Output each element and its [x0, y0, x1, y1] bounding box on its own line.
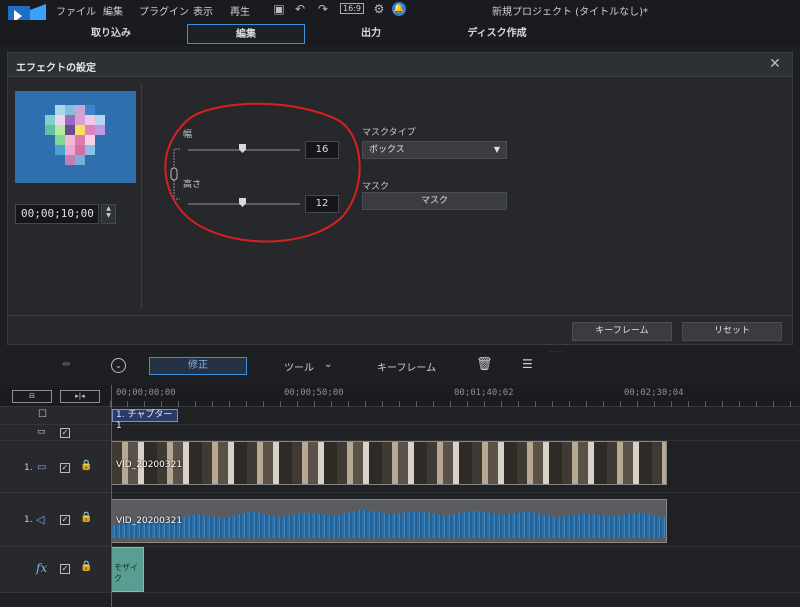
speaker-icon: ◁ [36, 513, 45, 526]
track-enable-checkbox[interactable]: ✓ [60, 428, 70, 438]
ruler-label: 00;01;40;02 [454, 388, 514, 398]
notification-bell-icon[interactable]: 🔔 [392, 2, 406, 16]
timecode-stepper[interactable]: ▲ ▼ [101, 204, 116, 224]
track-enable-checkbox[interactable]: ✓ [60, 463, 70, 473]
panel-footer-divider [8, 315, 792, 316]
time-ruler[interactable]: 00;00;00;00 00;00;50;00 00;01;40;02 00;0… [110, 385, 800, 407]
tab-edit[interactable]: 編集 [187, 24, 305, 44]
keyframe-tool-button[interactable]: キーフレーム [377, 359, 436, 374]
undo-icon[interactable]: ↶ [293, 2, 307, 16]
timeline-head-tools: ⊟ ▸|◂ [0, 385, 110, 407]
window-title: 新規プロジェクト (タイトルなし)* [492, 7, 648, 18]
fix-enhance-button[interactable]: 修正 [149, 357, 247, 375]
video-track-number: 1. [24, 463, 33, 473]
tab-produce[interactable]: 出力 [322, 24, 420, 44]
mask-label: マスク [362, 182, 390, 192]
lock-icon[interactable]: 🔒 [80, 561, 92, 572]
fx-track [110, 547, 800, 593]
track-manager-icon[interactable]: ⊟ [12, 390, 52, 403]
close-icon[interactable]: ✕ [765, 54, 785, 74]
mask-type-dropdown[interactable]: ボックス ▼ [362, 141, 507, 159]
timecode-field[interactable]: 00;00;10;00 [15, 204, 99, 224]
menu-play[interactable]: 再生 [230, 3, 250, 18]
ruler-label: 00;00;00;00 [116, 388, 176, 398]
main-tabs: 取り込み 編集 出力 ディスク作成 [0, 20, 800, 46]
tab-capture[interactable]: 取り込み [62, 24, 160, 44]
redo-icon[interactable]: ↷ [316, 2, 330, 16]
reset-button[interactable]: リセット [682, 322, 782, 341]
panel-header: エフェクトの設定 ✕ [8, 53, 792, 77]
audio-waveform [112, 509, 666, 538]
ruler-label: 00;00;50;00 [284, 388, 344, 398]
tools-menu[interactable]: ツール [284, 359, 314, 374]
mask-type-value: ボックス [369, 145, 405, 155]
lock-icon[interactable]: 🔒 [80, 512, 92, 523]
menu-bar: ファイル 編集 プラグイン 表示 再生 ▣ ↶ ↷ 16:9 ⚙ 🔔 新規プロジ… [0, 0, 800, 30]
chapter-track-header: ☐ [0, 407, 110, 425]
timeline: ⊟ ▸|◂ 00;00;00;00 00;00;50;00 00;01;40;0… [0, 385, 800, 607]
effect-settings-panel: エフェクトの設定 ✕ 00;00;10;00 ▲ ▼ 幅 16 高さ 12 マス… [7, 52, 793, 345]
track-enable-checkbox[interactable]: ✓ [60, 564, 70, 574]
menu-view[interactable]: 表示 [193, 3, 213, 18]
playhead[interactable] [111, 385, 112, 607]
fx-track-header: fx ✓ 🔒 [0, 547, 110, 593]
subtitle-track [110, 425, 800, 441]
fit-timeline-icon[interactable]: ▸|◂ [60, 390, 100, 403]
chapter-icon: ☐ [38, 409, 47, 420]
ruler-label: 00;02;30;04 [624, 388, 684, 398]
audio-clip[interactable]: VID_20200321 [111, 499, 667, 543]
menu-edit[interactable]: 編集 [103, 3, 123, 18]
timeline-toolbar: ⇹ ⌄ 修正 ツール ⌄ キーフレーム 🗑 ☰ [0, 352, 800, 382]
video-clip-name: VID_20200321 [116, 460, 183, 470]
video-track-icon: ▭ [37, 462, 47, 473]
video-track-header: 1. ▭ ✓ 🔒 [0, 441, 110, 493]
chevron-down-icon[interactable]: ⌄ [324, 359, 332, 370]
audio-clip-name: VID_20200321 [116, 516, 183, 526]
list-edit-icon[interactable]: ☰ [522, 357, 533, 371]
divider [141, 83, 142, 309]
effect-preview-thumbnail [15, 91, 136, 183]
audio-track-header: 1. ◁ ✓ 🔒 [0, 493, 110, 547]
chapter-track [110, 407, 800, 425]
video-clip[interactable]: VID_20200321 [111, 441, 667, 485]
subtitle-track-header: ▭ ✓ [0, 425, 110, 441]
chevron-down-circle-icon[interactable]: ⌄ [111, 358, 126, 373]
mask-type-label: マスクタイプ [362, 128, 416, 138]
chapter-marker[interactable]: 1. チャプター 1 [112, 409, 178, 431]
track-enable-checkbox[interactable]: ✓ [60, 515, 70, 525]
mosaic-effect-clip[interactable]: モザイク [111, 547, 144, 592]
keyframe-button[interactable]: キーフレーム [572, 322, 672, 341]
lock-icon[interactable]: 🔒 [80, 460, 92, 471]
tab-disc[interactable]: ディスク作成 [448, 24, 546, 44]
red-annotation-circle [164, 102, 361, 243]
split-icon[interactable]: ⇹ [62, 359, 70, 370]
subtitle-track-icon: ▭ [37, 427, 46, 437]
mask-button[interactable]: マスク [362, 192, 507, 210]
trash-icon[interactable]: 🗑 [476, 357, 493, 372]
menu-file[interactable]: ファイル [56, 3, 96, 18]
settings-gear-icon[interactable]: ⚙ [372, 2, 386, 16]
fx-icon: fx [36, 561, 48, 575]
chevron-down-icon: ▼ [493, 145, 500, 154]
menu-plugin[interactable]: プラグイン [139, 3, 189, 18]
panel-title: エフェクトの設定 [16, 63, 96, 74]
save-icon[interactable]: ▣ [272, 2, 286, 16]
audio-track-number: 1. [24, 515, 33, 525]
aspect-ratio-button[interactable]: 16:9 [340, 3, 364, 14]
